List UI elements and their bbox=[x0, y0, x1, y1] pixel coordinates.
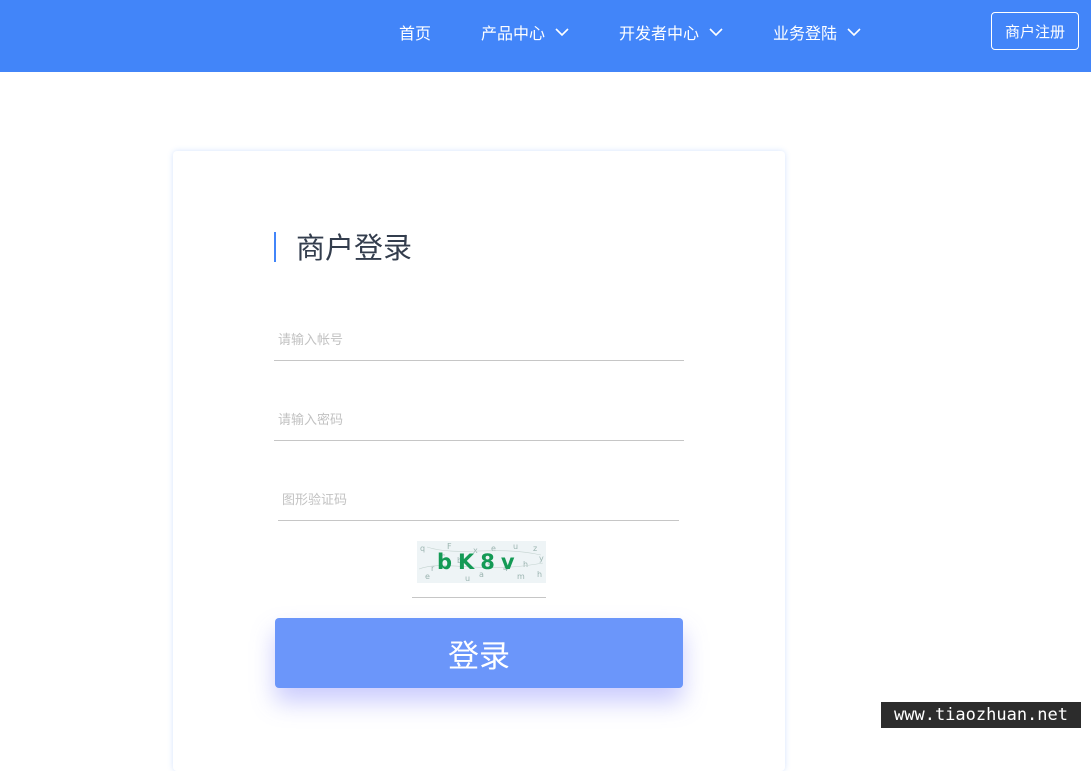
account-field-wrap bbox=[274, 321, 684, 361]
svg-text:h: h bbox=[537, 570, 542, 579]
page-title: 商户登录 bbox=[296, 231, 413, 265]
captcha-image: qrF bxa e4u hzh ecu tmy bK8v bbox=[417, 541, 546, 583]
password-field-wrap bbox=[274, 401, 684, 441]
nav-products-label: 产品中心 bbox=[481, 24, 546, 43]
svg-text:e: e bbox=[425, 572, 430, 581]
nav-developer[interactable]: 开发者中心 bbox=[619, 0, 723, 64]
nav-developer-label: 开发者中心 bbox=[619, 24, 700, 43]
svg-text:h: h bbox=[523, 560, 528, 569]
nav-products[interactable]: 产品中心 bbox=[481, 0, 569, 64]
account-input[interactable] bbox=[278, 321, 684, 360]
chevron-down-icon bbox=[709, 28, 723, 37]
nav-home[interactable]: 首页 bbox=[399, 0, 431, 64]
top-navbar: 首页 产品中心 开发者中心 业务登陆 商户注册 bbox=[0, 0, 1091, 72]
password-input[interactable] bbox=[278, 401, 684, 440]
svg-text:u: u bbox=[465, 574, 470, 583]
login-button[interactable]: 登录 bbox=[275, 618, 683, 688]
chevron-down-icon bbox=[555, 28, 569, 37]
nav-business-login[interactable]: 业务登陆 bbox=[773, 0, 861, 64]
captcha-field-wrap bbox=[278, 481, 679, 521]
nav-business-login-label: 业务登陆 bbox=[773, 24, 838, 43]
register-button[interactable]: 商户注册 bbox=[991, 12, 1079, 50]
captcha-refresh[interactable]: qrF bxa e4u hzh ecu tmy bK8v bbox=[412, 540, 546, 598]
nav-home-label: 首页 bbox=[399, 24, 432, 43]
watermark: www.tiaozhuan.net bbox=[881, 702, 1081, 728]
svg-text:y: y bbox=[539, 554, 544, 563]
title-accent-bar bbox=[274, 232, 276, 262]
captcha-text: bK8v bbox=[437, 550, 521, 574]
chevron-down-icon bbox=[847, 28, 861, 37]
captcha-input[interactable] bbox=[282, 481, 679, 520]
svg-text:z: z bbox=[533, 544, 537, 553]
svg-text:q: q bbox=[420, 544, 425, 553]
